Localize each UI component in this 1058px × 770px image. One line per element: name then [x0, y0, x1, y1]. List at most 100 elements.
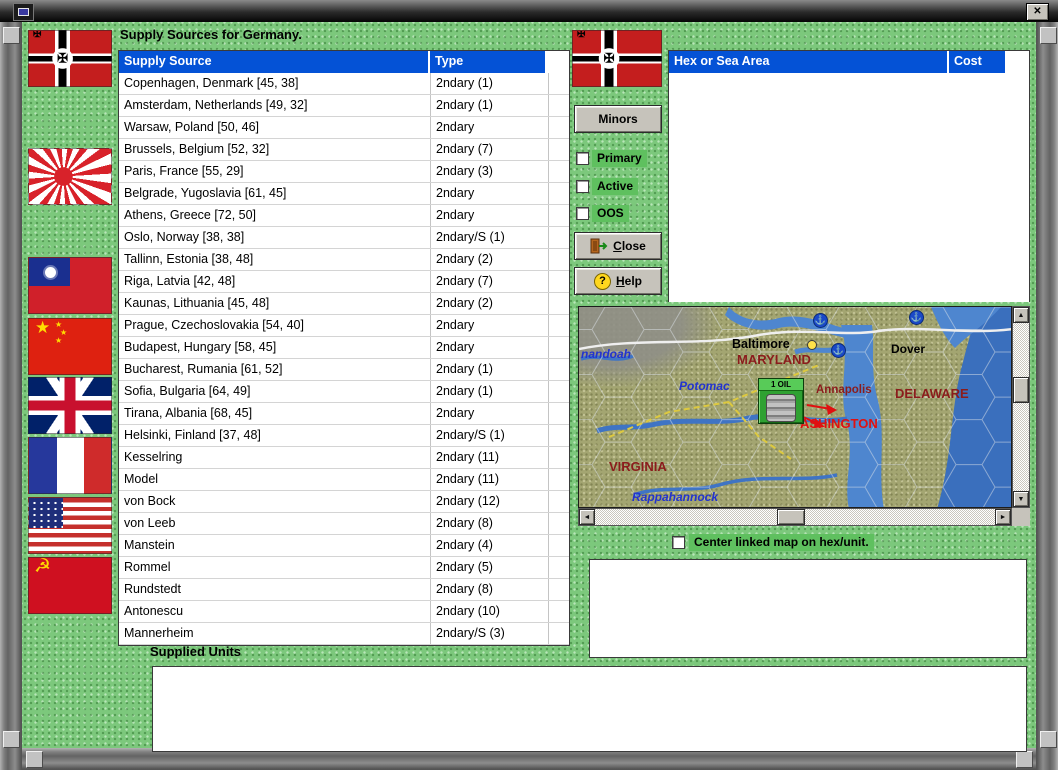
table-row[interactable]: Kaunas, Lithuania [45, 48] 2ndary (2): [119, 293, 569, 315]
maltese-cross-icon: ✠: [603, 49, 615, 65]
row-pad-cell: [549, 623, 569, 644]
help-button[interactable]: ? Help: [574, 267, 662, 295]
row-pad-cell: [549, 315, 569, 336]
oos-checkbox-label: OOS: [592, 205, 629, 222]
window-close-button[interactable]: ✕: [1026, 3, 1049, 21]
row-pad-cell: [549, 447, 569, 468]
type-cell: 2ndary: [431, 315, 549, 336]
map-horizontal-scrollbar[interactable]: ◄ ►: [578, 508, 1012, 526]
table-row[interactable]: Warsaw, Poland [50, 46] 2ndary: [119, 117, 569, 139]
frame-handle-bottom-right-2[interactable]: [1016, 751, 1033, 768]
selected-nation-flag-germany: ✠ ✠: [572, 30, 662, 87]
supply-source-cell: Budapest, Hungary [58, 45]: [119, 337, 431, 358]
active-checkbox[interactable]: [576, 180, 589, 193]
hex-info-listbox[interactable]: [589, 559, 1027, 658]
supply-source-cell: Riga, Latvia [42, 48]: [119, 271, 431, 292]
app-window: ✕ Supply Sources for Germany. ✠ ✠ ★ ★ ★ …: [0, 0, 1058, 770]
supplied-units-listbox[interactable]: [152, 666, 1027, 752]
table-row[interactable]: Mannerheim 2ndary/S (3): [119, 623, 569, 645]
minors-button[interactable]: Minors: [574, 105, 662, 133]
row-pad-cell: [549, 513, 569, 534]
scroll-up-button[interactable]: ▲: [1013, 307, 1029, 323]
row-pad-cell: [549, 557, 569, 578]
frame-handle-bottom-left-2[interactable]: [26, 751, 43, 768]
window-titlebar[interactable]: ✕: [0, 0, 1058, 23]
table-row[interactable]: Rundstedt 2ndary (8): [119, 579, 569, 601]
type-cell: 2ndary: [431, 337, 549, 358]
help-button-label: Help: [615, 274, 642, 288]
flag-japan[interactable]: [28, 148, 112, 205]
type-cell: 2ndary (12): [431, 491, 549, 512]
oil-unit-counter[interactable]: 1 OIL: [758, 378, 804, 424]
close-button[interactable]: Close: [574, 232, 662, 260]
flag-communist-china[interactable]: ★ ★ ★ ★: [28, 318, 112, 375]
window-icon[interactable]: [13, 3, 34, 21]
frame-handle-bottom-left[interactable]: [3, 731, 20, 748]
supply-source-cell: Prague, Czechoslovakia [54, 40]: [119, 315, 431, 336]
row-pad-cell: [549, 403, 569, 424]
active-checkbox-label: Active: [592, 178, 639, 195]
frame-handle-top-left[interactable]: [3, 27, 20, 44]
flag-soviet-union[interactable]: ☭: [28, 557, 112, 614]
table-row[interactable]: Prague, Czechoslovakia [54, 40] 2ndary: [119, 315, 569, 337]
column-header-cost[interactable]: Cost: [949, 51, 1007, 73]
table-row[interactable]: Tirana, Albania [68, 45] 2ndary: [119, 403, 569, 425]
flag-united-kingdom[interactable]: [28, 377, 112, 434]
table-row[interactable]: Antonescu 2ndary (10): [119, 601, 569, 623]
column-header-type[interactable]: Type: [430, 51, 547, 73]
scroll-right-button[interactable]: ►: [995, 509, 1011, 525]
flag-united-states[interactable]: [28, 497, 112, 554]
table-row[interactable]: Athens, Greece [72, 50] 2ndary: [119, 205, 569, 227]
table-row[interactable]: Sofia, Bulgaria [64, 49] 2ndary (1): [119, 381, 569, 403]
oos-checkbox[interactable]: [576, 207, 589, 220]
table-row[interactable]: Paris, France [55, 29] 2ndary (3): [119, 161, 569, 183]
row-pad-cell: [549, 117, 569, 138]
table-row[interactable]: Budapest, Hungary [58, 45] 2ndary: [119, 337, 569, 359]
frame-handle-top-right[interactable]: [1040, 27, 1057, 44]
supply-source-cell: Antonescu: [119, 601, 431, 622]
scroll-left-button[interactable]: ◄: [579, 509, 595, 525]
flag-nationalist-china[interactable]: [28, 257, 112, 314]
row-pad-cell: [549, 139, 569, 160]
type-cell: 2ndary (7): [431, 271, 549, 292]
table-row[interactable]: von Bock 2ndary (12): [119, 491, 569, 513]
supply-source-cell: Copenhagen, Denmark [45, 38]: [119, 73, 431, 94]
table-row[interactable]: Bucharest, Rumania [61, 52] 2ndary (1): [119, 359, 569, 381]
table-row[interactable]: Kesselring 2ndary (11): [119, 447, 569, 469]
close-button-label: Close: [613, 239, 646, 253]
table-row[interactable]: Manstein 2ndary (4): [119, 535, 569, 557]
table-row[interactable]: Riga, Latvia [42, 48] 2ndary (7): [119, 271, 569, 293]
table-row[interactable]: von Leeb 2ndary (8): [119, 513, 569, 535]
row-pad-cell: [549, 381, 569, 402]
table-row[interactable]: Rommel 2ndary (5): [119, 557, 569, 579]
table-row[interactable]: Helsinki, Finland [37, 48] 2ndary/S (1): [119, 425, 569, 447]
map-vertical-scrollbar[interactable]: ▲ ▼: [1012, 306, 1030, 508]
table-row[interactable]: Amsterdam, Netherlands [49, 32] 2ndary (1…: [119, 95, 569, 117]
supply-source-cell: Rundstedt: [119, 579, 431, 600]
column-header-hex-or-sea-area[interactable]: Hex or Sea Area: [669, 51, 949, 73]
map-view[interactable]: nandoah Baltimore MARYLAND Potomac Dover…: [578, 306, 1012, 508]
horizontal-scroll-thumb[interactable]: [777, 509, 805, 525]
help-icon: ?: [593, 272, 611, 290]
center-linked-map-checkbox[interactable]: [672, 536, 685, 549]
primary-checkbox[interactable]: [576, 152, 589, 165]
table-row[interactable]: Brussels, Belgium [52, 32] 2ndary (7): [119, 139, 569, 161]
type-cell: 2ndary (4): [431, 535, 549, 556]
supply-source-cell: von Bock: [119, 491, 431, 512]
frame-handle-bottom-right[interactable]: [1040, 731, 1057, 748]
table-row[interactable]: Tallinn, Estonia [38, 48] 2ndary (2): [119, 249, 569, 271]
table-row[interactable]: Belgrade, Yugoslavia [61, 45] 2ndary: [119, 183, 569, 205]
scroll-down-button[interactable]: ▼: [1013, 491, 1029, 507]
flag-germany[interactable]: ✠ ✠: [28, 30, 112, 87]
supply-table-header: Supply Source Type: [119, 51, 569, 73]
hex-table-body[interactable]: [669, 73, 1029, 302]
star-icon: ★: [60, 328, 68, 337]
table-row[interactable]: Copenhagen, Denmark [45, 38] 2ndary (1): [119, 73, 569, 95]
scrollbar-corner: [1012, 508, 1030, 526]
column-header-supply-source[interactable]: Supply Source: [119, 51, 430, 73]
row-pad-cell: [549, 249, 569, 270]
flag-france[interactable]: [28, 437, 112, 494]
vertical-scroll-thumb[interactable]: [1013, 377, 1029, 403]
table-row[interactable]: Model 2ndary (11): [119, 469, 569, 491]
table-row[interactable]: Oslo, Norway [38, 38] 2ndary/S (1): [119, 227, 569, 249]
